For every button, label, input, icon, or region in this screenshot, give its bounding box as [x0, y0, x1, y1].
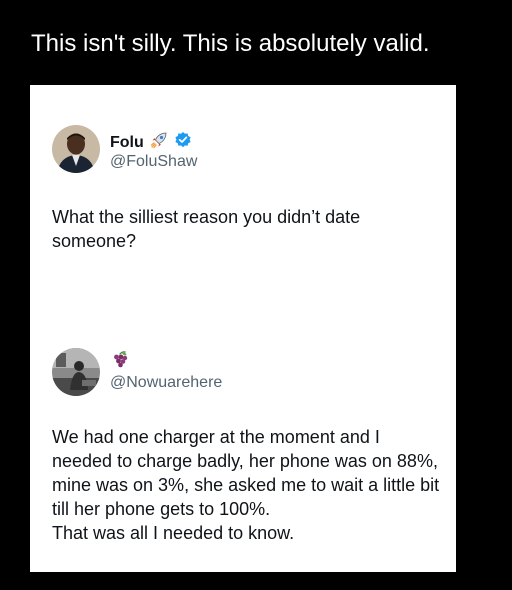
avatar-folu[interactable] [52, 125, 100, 173]
screenshot-card: Folu @FoluShaw What the silliest reason … [30, 85, 456, 572]
verified-badge-icon [174, 131, 192, 154]
reply-author-row [110, 350, 130, 375]
tweet-text: What the silliest reason you didn’t date… [52, 207, 361, 251]
author-name[interactable]: Folu [110, 133, 144, 153]
reply-text: We had one charger at the moment and I n… [52, 427, 440, 543]
caption-text: This isn't silly. This is absolutely val… [31, 30, 430, 57]
author-handle[interactable]: @FoluShaw [110, 152, 197, 172]
grapes-icon [110, 350, 130, 375]
avatar-nowuarehere[interactable] [52, 348, 100, 396]
reply-author-handle[interactable]: @Nowuarehere [110, 373, 222, 393]
